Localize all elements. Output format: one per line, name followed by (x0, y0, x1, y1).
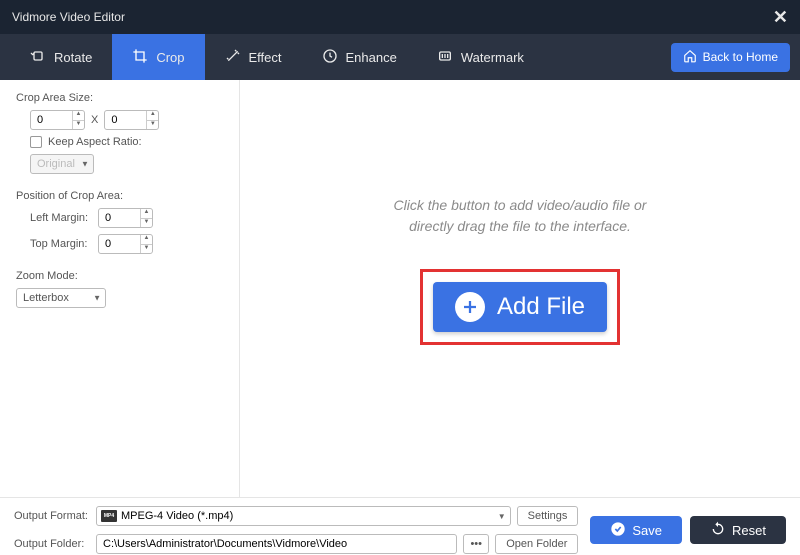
position-section: Position of Crop Area: Left Margin: ▲▼ T… (16, 190, 223, 254)
footer: Output Format: MP4 MPEG-4 Video (*.mp4) … (0, 497, 800, 555)
hint-text: Click the button to add video/audio file… (394, 195, 647, 237)
tab-watermark[interactable]: Watermark (417, 34, 544, 80)
hint-line: directly drag the file to the interface. (394, 216, 647, 237)
chevron-down-icon: ▼ (498, 512, 506, 521)
close-icon[interactable]: ✕ (773, 7, 788, 28)
section-title: Crop Area Size: (16, 92, 223, 104)
titlebar: Vidmore Video Editor ✕ (0, 0, 800, 34)
tab-label: Watermark (461, 50, 524, 65)
tab-effect[interactable]: Effect (205, 34, 302, 80)
tab-label: Rotate (54, 50, 92, 65)
home-icon (683, 49, 697, 66)
tab-crop[interactable]: Crop (112, 34, 204, 80)
open-folder-label: Open Folder (506, 538, 567, 550)
reset-button[interactable]: Reset (690, 516, 786, 544)
watermark-icon (437, 48, 453, 67)
section-title: Position of Crop Area: (16, 190, 223, 202)
back-home-label: Back to Home (703, 50, 778, 64)
highlight-box: Add File (420, 269, 620, 345)
reset-label: Reset (732, 523, 766, 538)
open-folder-button[interactable]: Open Folder (495, 534, 578, 554)
top-margin-label: Top Margin: (30, 238, 92, 250)
back-home-button[interactable]: Back to Home (671, 43, 790, 72)
tab-label: Enhance (346, 50, 397, 65)
separator-x: X (91, 114, 98, 126)
settings-label: Settings (528, 510, 568, 522)
save-label: Save (632, 523, 662, 538)
tab-enhance[interactable]: Enhance (302, 34, 417, 80)
section-title: Zoom Mode: (16, 270, 223, 282)
enhance-icon (322, 48, 338, 67)
output-format-label: Output Format: (14, 510, 90, 522)
spinner-icon[interactable]: ▲▼ (140, 235, 152, 253)
zoom-section: Zoom Mode: Letterbox ▼ (16, 270, 223, 308)
mp4-icon: MP4 (101, 510, 117, 522)
output-folder-input[interactable] (96, 534, 457, 554)
add-file-button[interactable]: Add File (433, 282, 607, 332)
chevron-down-icon: ▼ (81, 160, 89, 169)
effect-icon (225, 48, 241, 67)
tab-label: Crop (156, 50, 184, 65)
crop-icon (132, 48, 148, 67)
content-area: Crop Area Size: ▲▼ X ▲▼ Keep Aspect Rati… (0, 80, 800, 497)
reset-icon (710, 521, 726, 540)
rotate-icon (30, 48, 46, 67)
dots-icon: ••• (470, 538, 482, 550)
output-format-select[interactable]: MP4 MPEG-4 Video (*.mp4) ▼ (96, 506, 511, 526)
add-file-label: Add File (497, 293, 585, 321)
keep-aspect-checkbox[interactable] (30, 136, 42, 148)
aspect-ratio-value: Original (37, 158, 75, 170)
output-format-value: MPEG-4 Video (*.mp4) (121, 510, 233, 522)
tab-label: Effect (249, 50, 282, 65)
tab-rotate[interactable]: Rotate (10, 34, 112, 80)
check-circle-icon (610, 521, 626, 540)
settings-button[interactable]: Settings (517, 506, 579, 526)
chevron-down-icon: ▼ (93, 294, 101, 303)
aspect-ratio-select: Original ▼ (30, 154, 94, 174)
left-margin-label: Left Margin: (30, 212, 92, 224)
plus-circle-icon (455, 292, 485, 322)
hint-line: Click the button to add video/audio file… (394, 195, 647, 216)
sidebar: Crop Area Size: ▲▼ X ▲▼ Keep Aspect Rati… (0, 80, 240, 497)
spinner-icon[interactable]: ▲▼ (140, 209, 152, 227)
output-folder-label: Output Folder: (14, 538, 90, 550)
browse-button[interactable]: ••• (463, 534, 489, 554)
spinner-icon[interactable]: ▲▼ (72, 111, 84, 129)
main-area[interactable]: Click the button to add video/audio file… (240, 80, 800, 497)
save-button[interactable]: Save (590, 516, 682, 544)
crop-area-size-section: Crop Area Size: ▲▼ X ▲▼ Keep Aspect Rati… (16, 92, 223, 174)
zoom-mode-select[interactable]: Letterbox ▼ (16, 288, 106, 308)
keep-aspect-label: Keep Aspect Ratio: (48, 136, 142, 148)
toolbar: Rotate Crop Effect Enhance Watermark Bac… (0, 34, 800, 80)
spinner-icon[interactable]: ▲▼ (146, 111, 158, 129)
app-title: Vidmore Video Editor (12, 10, 125, 24)
zoom-mode-value: Letterbox (23, 292, 69, 304)
